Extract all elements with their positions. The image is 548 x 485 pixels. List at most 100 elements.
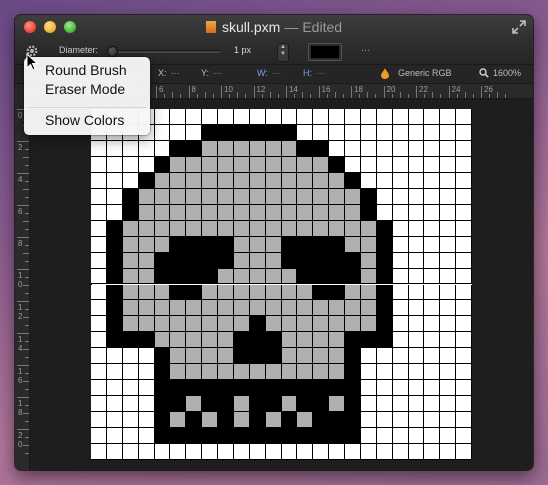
brush-color-well[interactable] [308, 43, 342, 61]
pixel-cell[interactable] [392, 412, 409, 429]
pixel-cell[interactable] [440, 268, 457, 285]
pixel-cell[interactable] [233, 188, 250, 205]
pixel-cell[interactable] [186, 124, 203, 141]
pixel-cell[interactable] [202, 380, 218, 397]
pixel-cell[interactable] [91, 268, 107, 285]
pixel-cell[interactable] [202, 109, 218, 125]
pixel-cell[interactable] [218, 220, 234, 237]
pixel-cell[interactable] [186, 316, 203, 333]
pixel-cell[interactable] [360, 412, 377, 429]
pixel-cell[interactable] [138, 140, 155, 157]
pixel-cell[interactable] [170, 412, 187, 429]
pixel-cell[interactable] [313, 284, 330, 301]
pixel-cell[interactable] [106, 204, 123, 221]
pixel-cell[interactable] [218, 140, 234, 157]
pixel-cell[interactable] [154, 428, 171, 445]
pixel-canvas[interactable] [91, 109, 472, 460]
pixel-cell[interactable] [408, 156, 425, 173]
pixel-cell[interactable] [249, 172, 266, 189]
pixel-cell[interactable] [154, 300, 171, 317]
pixel-cell[interactable] [281, 300, 298, 317]
pixel-cell[interactable] [408, 316, 425, 333]
pixel-cell[interactable] [360, 252, 377, 269]
pixel-cell[interactable] [329, 380, 345, 397]
pixel-cell[interactable] [408, 172, 425, 189]
pixel-cell[interactable] [456, 364, 472, 381]
pixel-cell[interactable] [249, 220, 266, 237]
pixel-cell[interactable] [313, 428, 330, 445]
pixel-cell[interactable] [138, 444, 155, 460]
menu-item-show-colors[interactable]: Show Colors [45, 112, 124, 128]
pixel-cell[interactable] [376, 236, 393, 253]
pixel-cell[interactable] [106, 172, 123, 189]
pixel-cell[interactable] [345, 204, 361, 221]
pixel-cell[interactable] [297, 188, 314, 205]
pixel-cell[interactable] [297, 236, 314, 253]
pixel-cell[interactable] [154, 332, 171, 349]
pixel-cell[interactable] [424, 332, 441, 349]
pixel-cell[interactable] [456, 268, 472, 285]
pixel-cell[interactable] [138, 364, 155, 381]
pixel-cell[interactable] [345, 380, 361, 397]
pixel-cell[interactable] [249, 156, 266, 173]
pixel-cell[interactable] [392, 364, 409, 381]
pixel-cell[interactable] [170, 428, 187, 445]
pixel-cell[interactable] [154, 204, 171, 221]
pixel-cell[interactable] [313, 348, 330, 365]
pixel-cell[interactable] [106, 300, 123, 317]
pixel-cell[interactable] [297, 156, 314, 173]
pixel-cell[interactable] [202, 348, 218, 365]
pixel-cell[interactable] [408, 348, 425, 365]
canvas-area[interactable] [30, 99, 533, 470]
pixel-cell[interactable] [313, 332, 330, 349]
pixel-cell[interactable] [376, 444, 393, 460]
fullscreen-arrows-icon[interactable] [512, 20, 526, 34]
pixel-cell[interactable] [249, 188, 266, 205]
pixel-cell[interactable] [202, 300, 218, 317]
pixel-cell[interactable] [392, 316, 409, 333]
pixel-cell[interactable] [154, 220, 171, 237]
pixel-cell[interactable] [360, 268, 377, 285]
pixel-cell[interactable] [360, 348, 377, 365]
pixel-cell[interactable] [249, 300, 266, 317]
pixel-cell[interactable] [345, 109, 361, 125]
pixel-cell[interactable] [297, 284, 314, 301]
pixel-cell[interactable] [154, 412, 171, 429]
pixel-cell[interactable] [345, 428, 361, 445]
pixel-cell[interactable] [408, 188, 425, 205]
pixel-cell[interactable] [218, 109, 234, 125]
pixel-cell[interactable] [233, 140, 250, 157]
pixel-cell[interactable] [265, 252, 282, 269]
pixel-cell[interactable] [456, 332, 472, 349]
pixel-cell[interactable] [154, 140, 171, 157]
pixel-cell[interactable] [360, 428, 377, 445]
pixel-cell[interactable] [265, 300, 282, 317]
pixel-cell[interactable] [376, 300, 393, 317]
pixel-cell[interactable] [186, 396, 203, 413]
pixel-cell[interactable] [122, 364, 139, 381]
pixel-cell[interactable] [392, 124, 409, 141]
pixel-cell[interactable] [456, 348, 472, 365]
pixel-cell[interactable] [249, 380, 266, 397]
pixel-cell[interactable] [360, 396, 377, 413]
pixel-cell[interactable] [281, 140, 298, 157]
pixel-cell[interactable] [170, 300, 187, 317]
pixel-cell[interactable] [154, 236, 171, 253]
pixel-cell[interactable] [170, 396, 187, 413]
pixel-cell[interactable] [360, 284, 377, 301]
pixel-cell[interactable] [122, 268, 139, 285]
pixel-cell[interactable] [329, 140, 345, 157]
pixel-cell[interactable] [376, 284, 393, 301]
pixel-cell[interactable] [249, 364, 266, 381]
pixel-cell[interactable] [424, 284, 441, 301]
pixel-cell[interactable] [424, 268, 441, 285]
pixel-cell[interactable] [202, 220, 218, 237]
pixel-cell[interactable] [122, 332, 139, 349]
pixel-cell[interactable] [376, 124, 393, 141]
pixel-cell[interactable] [345, 412, 361, 429]
pixel-cell[interactable] [202, 412, 218, 429]
pixel-cell[interactable] [249, 140, 266, 157]
pixel-cell[interactable] [392, 156, 409, 173]
pixel-cell[interactable] [360, 300, 377, 317]
pixel-cell[interactable] [202, 204, 218, 221]
